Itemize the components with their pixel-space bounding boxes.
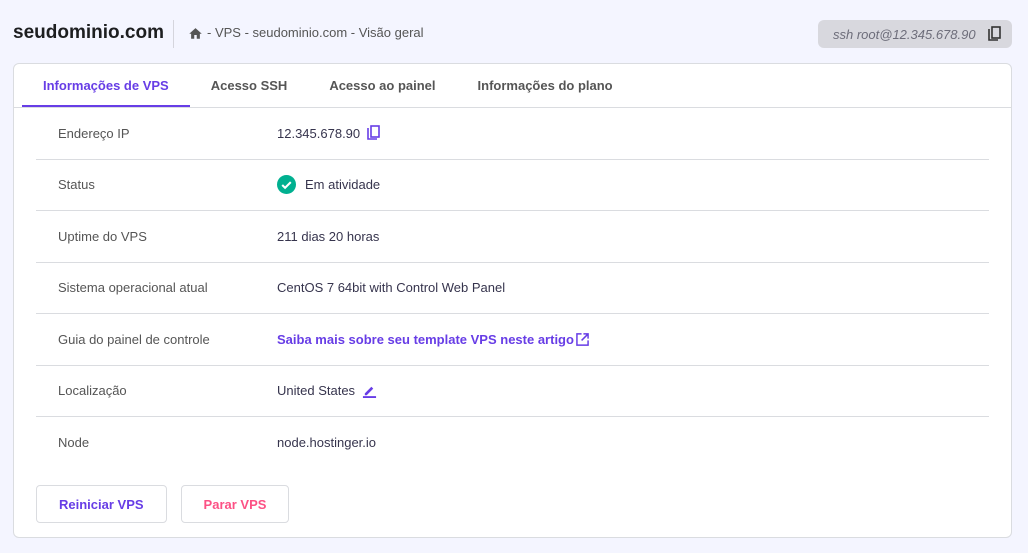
- breadcrumb-text: - VPS - seudominio.com - Visão geral: [207, 25, 424, 40]
- external-link-icon[interactable]: [576, 332, 589, 346]
- home-icon[interactable]: [188, 26, 203, 39]
- copy-icon[interactable]: [367, 125, 381, 141]
- stop-vps-button[interactable]: Parar VPS: [180, 485, 290, 523]
- location-value: United States: [277, 383, 356, 399]
- row-label: Uptime do VPS: [58, 228, 147, 244]
- table-row: Endereço IP 12.345.678.90: [36, 108, 989, 160]
- ip-address: 12.345.678.90: [277, 125, 361, 141]
- table-row: Guia do painel de controle Saiba mais so…: [36, 314, 989, 366]
- table-row: Node node.hostinger.io: [36, 417, 989, 469]
- vps-info-card: Informações de VPS Acesso SSH Acesso ao …: [13, 63, 1012, 538]
- domain-title: seudominio.com: [13, 22, 164, 43]
- tab-ssh-access[interactable]: Acesso SSH: [190, 64, 309, 107]
- tab-vps-info[interactable]: Informações de VPS: [22, 64, 190, 107]
- table-row: Uptime do VPS 211 dias 20 horas: [36, 211, 989, 263]
- tab-plan-info[interactable]: Informações do plano: [457, 64, 634, 107]
- node-value: node.hostinger.io: [277, 435, 377, 451]
- restart-vps-button[interactable]: Reiniciar VPS: [36, 485, 167, 523]
- row-label: Endereço IP: [58, 125, 130, 141]
- row-label: Guia do painel de controle: [58, 331, 210, 347]
- tab-panel-access[interactable]: Acesso ao painel: [308, 64, 456, 107]
- divider: [173, 20, 174, 48]
- edit-icon[interactable]: [362, 383, 377, 399]
- tab-bar: Informações de VPS Acesso SSH Acesso ao …: [14, 64, 1011, 108]
- uptime-value: 211 dias 20 horas: [277, 228, 380, 244]
- os-value: CentOS 7 64bit with Control Web Panel: [277, 280, 506, 296]
- breadcrumb: - VPS - seudominio.com - Visão geral: [188, 25, 424, 40]
- row-label: Localização: [58, 383, 127, 399]
- row-label: Node: [58, 435, 90, 451]
- table-row: Status Em atividade: [36, 160, 989, 211]
- check-circle-icon: [277, 175, 296, 195]
- info-table: Endereço IP 12.345.678.90 Status Em ativ…: [36, 108, 989, 469]
- copy-icon[interactable]: [987, 26, 1002, 42]
- table-row: Localização United States: [36, 366, 989, 417]
- template-article-link[interactable]: Saiba mais sobre seu template VPS neste …: [277, 332, 574, 347]
- row-label: Sistema operacional atual: [58, 280, 208, 296]
- ssh-command-box[interactable]: ssh root@12.345.678.90: [818, 20, 1012, 48]
- table-row: Sistema operacional atual CentOS 7 64bit…: [36, 263, 989, 314]
- header: seudominio.com - VPS - seudominio.com - …: [0, 0, 1028, 64]
- row-label: Status: [58, 177, 95, 193]
- ssh-command: ssh root@12.345.678.90: [833, 26, 976, 42]
- status-value: Em atividade: [305, 177, 381, 193]
